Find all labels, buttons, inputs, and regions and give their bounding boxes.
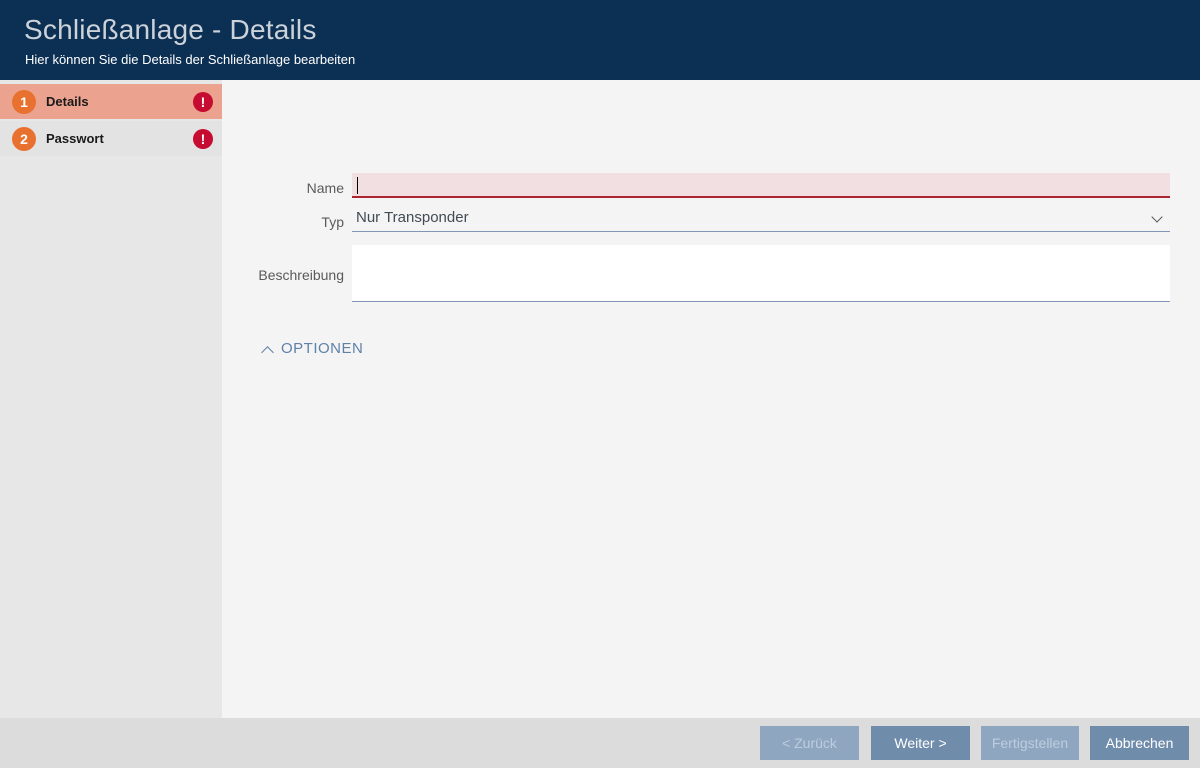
- beschreibung-label: Beschreibung: [258, 267, 344, 283]
- step-label: Passwort: [46, 131, 104, 146]
- step-item-details[interactable]: 1 Details !: [0, 84, 235, 119]
- back-button[interactable]: < Zurück: [760, 726, 859, 760]
- step-number-badge: 2: [12, 126, 36, 151]
- optionen-toggle[interactable]: OPTIONEN: [263, 340, 363, 357]
- chevron-down-icon: [1153, 213, 1162, 222]
- page-title: Schließanlage - Details: [24, 14, 317, 45]
- typ-dropdown[interactable]: Nur Transponder: [352, 205, 1170, 232]
- name-label: Name: [306, 180, 344, 196]
- step-item-passwort[interactable]: 2 Passwort !: [0, 121, 222, 156]
- cancel-button[interactable]: Abbrechen: [1090, 726, 1189, 760]
- page-subtitle: Hier können Sie die Details der Schließa…: [25, 52, 356, 67]
- optionen-label: OPTIONEN: [281, 340, 364, 357]
- finish-button[interactable]: Fertigstellen: [981, 726, 1079, 760]
- name-input[interactable]: [352, 173, 1170, 198]
- typ-label: Typ: [321, 214, 344, 230]
- error-exclamation-icon: !: [193, 128, 213, 149]
- wizard-footer: < Zurück Weiter > Fertigstellen Abbreche…: [0, 718, 1200, 768]
- text-caret: [357, 177, 358, 194]
- error-exclamation-icon: !: [193, 91, 213, 112]
- wizard-header: Schließanlage - Details Hier können Sie …: [0, 0, 1200, 80]
- next-button[interactable]: Weiter >: [871, 726, 970, 760]
- step-label: Details: [46, 94, 89, 109]
- step-number-badge: 1: [12, 89, 36, 114]
- chevron-up-icon: [263, 347, 273, 354]
- typ-selected-value: Nur Transponder: [356, 209, 469, 226]
- wizard-steps-sidebar: 1 Details ! 2 Passwort !: [0, 80, 235, 718]
- details-form: Name Typ Nur Transponder Beschreibung OP…: [222, 80, 1200, 718]
- beschreibung-textarea[interactable]: [352, 245, 1170, 302]
